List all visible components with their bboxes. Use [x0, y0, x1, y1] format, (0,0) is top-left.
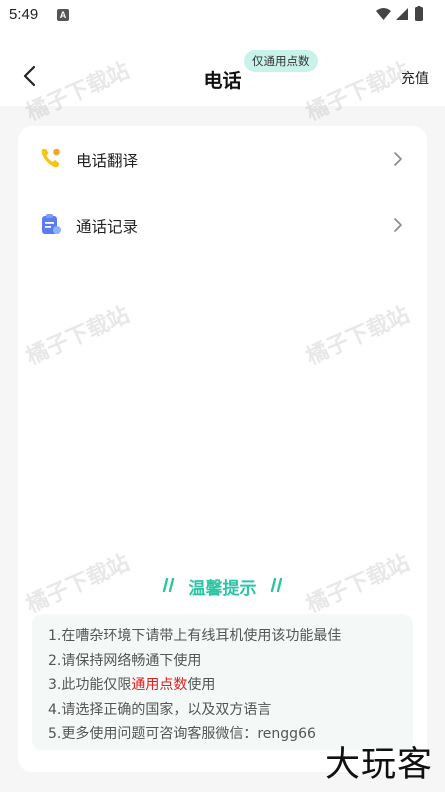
chevron-right-icon: [393, 217, 403, 233]
tip-item: 3.此功能仅限通用点数使用: [48, 673, 397, 698]
notification-icon: A: [57, 9, 69, 21]
signal-icon: [396, 8, 408, 20]
tips-box: 1.在嘈杂环境下请带上有线耳机使用该功能最佳 2.请保持网络畅通下使用 3.此功…: [32, 614, 413, 750]
points-badge: 仅通用点数: [244, 50, 318, 72]
tip-prefix: 3.此功能仅限: [48, 677, 132, 694]
chevron-right-icon: [393, 151, 403, 167]
phone-icon: [40, 147, 62, 169]
status-bar: 5:49 A: [0, 0, 445, 30]
call-record-icon: [40, 213, 62, 235]
main-card: 电话翻译 通话记录 温馨提示 1.在嘈杂环境下请带上有线耳机使用该功能最佳 2.…: [18, 126, 427, 772]
tip-suffix: 使用: [187, 677, 216, 694]
tip-item: 1.在嘈杂环境下请带上有线耳机使用该功能最佳: [48, 628, 342, 644]
tips-title: 温馨提示: [188, 579, 257, 599]
menu-item-call-records[interactable]: 通话记录: [18, 192, 427, 258]
tip-item: 2.请保持网络畅通下使用: [48, 652, 202, 669]
menu-item-label: 通话记录: [76, 218, 139, 236]
page-title: 电话: [203, 70, 242, 92]
corner-brand-logo: 大玩客: [324, 745, 433, 785]
menu-item-phone-translate[interactable]: 电话翻译: [18, 126, 427, 192]
slash-decoration-icon: [270, 577, 286, 596]
tip-item: 4.请选择正确的国家，以及双方语言: [48, 701, 272, 718]
wifi-icon: [376, 8, 391, 20]
tip-highlight: 通用点数: [131, 677, 188, 694]
status-time: 5:49: [9, 6, 39, 23]
app-header: 电话 仅通用点数 充值: [0, 30, 445, 106]
recharge-button[interactable]: 充值: [401, 68, 429, 88]
slash-decoration-icon: [159, 577, 175, 596]
battery-icon: [415, 7, 423, 21]
tips-header: 温馨提示: [18, 574, 427, 599]
menu-item-label: 电话翻译: [76, 152, 139, 170]
status-icons: [375, 6, 435, 22]
